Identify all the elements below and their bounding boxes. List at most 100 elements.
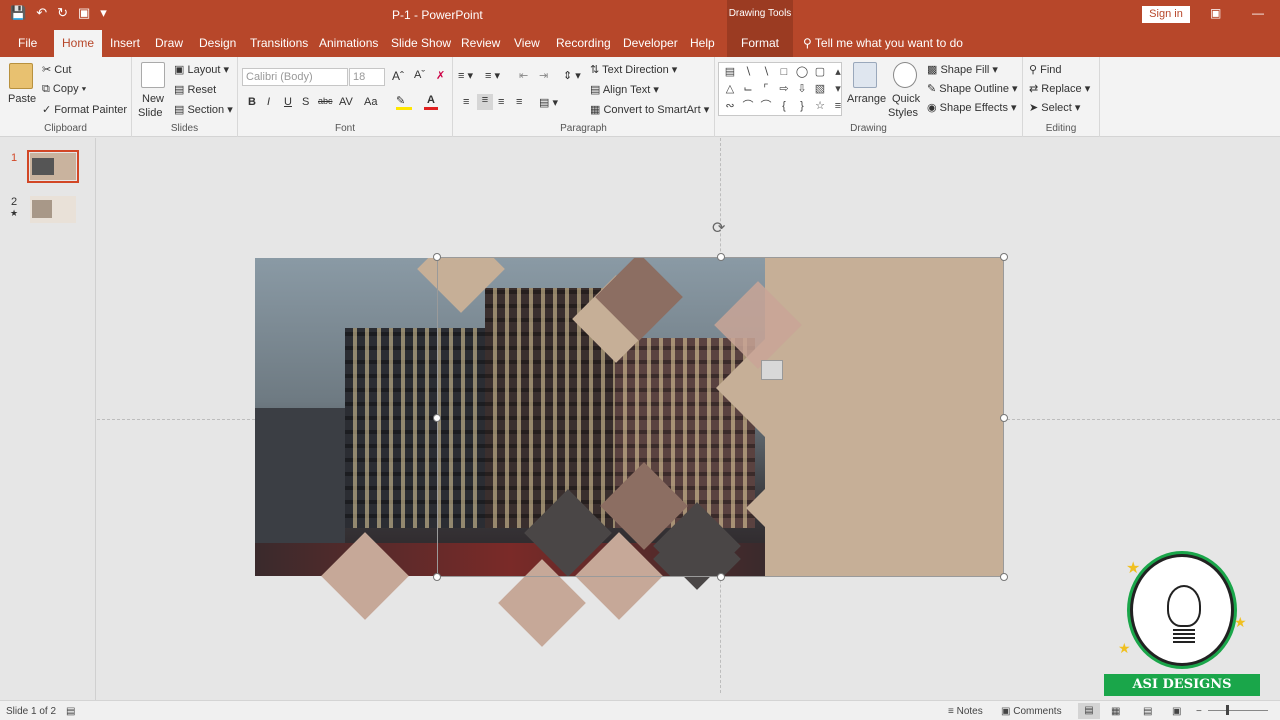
line-shape-icon[interactable]: ∖ [739,64,757,81]
tell-me-search[interactable]: ⚲ Tell me what you want to do [803,30,963,57]
zoom-slider[interactable] [1208,710,1268,711]
paste-icon[interactable] [9,63,33,89]
tab-view[interactable]: View [506,30,548,57]
tab-transitions[interactable]: Transitions [242,30,316,57]
quick-styles-label-2[interactable]: Styles [888,107,918,119]
rounded-rect-shape-icon[interactable]: ▢ [811,64,829,81]
tab-file[interactable]: File [10,30,45,57]
columns-icon[interactable]: ▤ ▾ [539,96,558,109]
bullets-icon[interactable]: ≡ ▾ [458,69,473,82]
font-size-field[interactable]: 18 [349,68,385,86]
resize-handle[interactable] [717,253,725,261]
resize-handle[interactable] [433,573,441,581]
new-slide-icon[interactable] [141,62,165,88]
align-text-button[interactable]: ▤ Align Text ▾ [590,83,659,96]
paste-button[interactable]: Paste [8,93,36,105]
section-button[interactable]: ▤ Section ▾ [174,103,233,116]
arc-shape-icon[interactable]: ⌒ [757,98,775,115]
shape-effects-button[interactable]: ◉ Shape Effects ▾ [927,101,1017,114]
arrange-button[interactable]: Arrange [847,93,886,105]
layout-button[interactable]: ▣ Layout ▾ [174,63,229,76]
character-spacing-button[interactable]: AV [339,96,353,108]
connector-shape-icon[interactable]: ⌙ [739,81,757,98]
tab-design[interactable]: Design [191,30,244,57]
replace-button[interactable]: ⇄ Replace ▾ [1029,82,1090,95]
minimize-icon[interactable]: — [1252,6,1264,20]
triangle-shape-icon[interactable]: △ [721,81,739,98]
line-spacing-icon[interactable]: ⇕ ▾ [563,69,581,82]
highlight-icon[interactable]: ✎ [396,94,412,110]
resize-handle[interactable] [433,253,441,261]
cut-button[interactable]: ✂ Cut [42,63,71,76]
slide-thumbnail-1[interactable] [27,150,79,183]
normal-view-icon[interactable]: ▤ [1078,703,1100,719]
new-slide-label-2[interactable]: Slide [138,107,162,119]
comments-button[interactable]: ▣ Comments [1001,706,1062,717]
format-painter-button[interactable]: ✓ Format Painter [42,103,127,116]
save-icon[interactable]: 💾 [10,5,26,21]
zoom-slider-thumb[interactable] [1226,705,1229,715]
shadow-button[interactable]: S [302,96,309,108]
tab-format[interactable]: Format [727,30,793,57]
tab-insert[interactable]: Insert [102,30,148,57]
resize-handle[interactable] [433,414,441,422]
shapes-gallery[interactable]: ▤ ∖ ∖ □ ◯ ▢ ▴ △ ⌙ ⌜ ⇨ ⇩ ▧ ▾ ∾ ⌒ ⌒ { } ☆ … [718,62,842,116]
bold-button[interactable]: B [248,96,256,108]
clear-formatting-icon[interactable]: ✗ [436,69,445,82]
strikethrough-button[interactable]: abc [318,96,333,106]
font-name-field[interactable]: Calibri (Body) [242,68,348,86]
textbox-shape-icon[interactable]: ▤ [721,64,739,81]
quick-styles-label-1[interactable]: Quick [892,93,920,105]
tab-draw[interactable]: Draw [147,30,191,57]
shape-outline-button[interactable]: ✎ Shape Outline ▾ [927,82,1018,95]
reading-view-icon[interactable]: ▤ [1143,706,1152,717]
tab-help[interactable]: Help [682,30,723,57]
present-icon[interactable]: ▣ [78,5,90,21]
text-direction-button[interactable]: ⇅ Text Direction ▾ [590,63,677,76]
font-color-icon[interactable]: A [424,94,438,110]
increase-indent-icon[interactable]: ⇥ [539,69,548,82]
align-right-icon[interactable]: ≡ [498,96,504,108]
arrange-icon[interactable] [853,62,877,88]
rotate-handle-icon[interactable]: ⟳ [712,218,725,238]
justify-icon[interactable]: ≡ [516,96,522,108]
tab-home[interactable]: Home [54,30,103,57]
numbering-icon[interactable]: ≡ ▾ [485,69,500,82]
redo-icon[interactable]: ↻ [57,5,68,21]
convert-smartart-button[interactable]: ▦ Convert to SmartArt ▾ [590,103,709,116]
tab-animations[interactable]: Animations [311,30,386,57]
shape-fill-button[interactable]: ▩ Shape Fill ▾ [927,63,998,76]
resize-handle[interactable] [1000,414,1008,422]
quick-styles-icon[interactable] [893,62,917,88]
tab-developer[interactable]: Developer [615,30,686,57]
slideshow-view-icon[interactable]: ▣ [1172,706,1181,717]
curve-shape-icon[interactable]: ⌒ [739,98,757,115]
select-button[interactable]: ➤ Select ▾ [1029,101,1080,114]
ribbon-display-options-icon[interactable]: ▣ [1210,6,1221,20]
change-case-button[interactable]: Aa [364,96,377,108]
new-slide-label-1[interactable]: New [142,93,164,105]
notes-button[interactable]: ≡ Notes [948,706,983,717]
decrease-indent-icon[interactable]: ⇤ [519,69,528,82]
align-center-icon[interactable]: ≡ [477,94,493,110]
zoom-out-icon[interactable]: − [1196,706,1202,717]
italic-button[interactable]: I [267,96,270,108]
gallery-scroll-up-icon[interactable]: ▴ [829,64,847,81]
rectangle-shape-icon[interactable]: □ [775,64,793,81]
shrink-font-icon[interactable]: Aˇ [414,69,425,81]
right-brace-shape-icon[interactable]: } [793,98,811,115]
sign-in-button[interactable]: Sign in [1142,6,1190,23]
undo-icon[interactable]: ↶ [36,5,47,21]
down-arrow-shape-icon[interactable]: ⇩ [793,81,811,98]
underline-button[interactable]: U [284,96,292,108]
find-button[interactable]: ⚲ Find [1029,63,1062,76]
resize-handle[interactable] [717,573,725,581]
tab-slide-show[interactable]: Slide Show [383,30,459,57]
star-shape-icon[interactable]: ☆ [811,98,829,115]
tab-review[interactable]: Review [453,30,508,57]
copy-button[interactable]: ⧉ Copy ▾ [42,83,86,96]
elbow-shape-icon[interactable]: ⌜ [757,81,775,98]
reset-button[interactable]: ▤ Reset [174,83,216,96]
resize-handle[interactable] [1000,253,1008,261]
slide-sorter-icon[interactable]: ▦ [1111,706,1120,717]
